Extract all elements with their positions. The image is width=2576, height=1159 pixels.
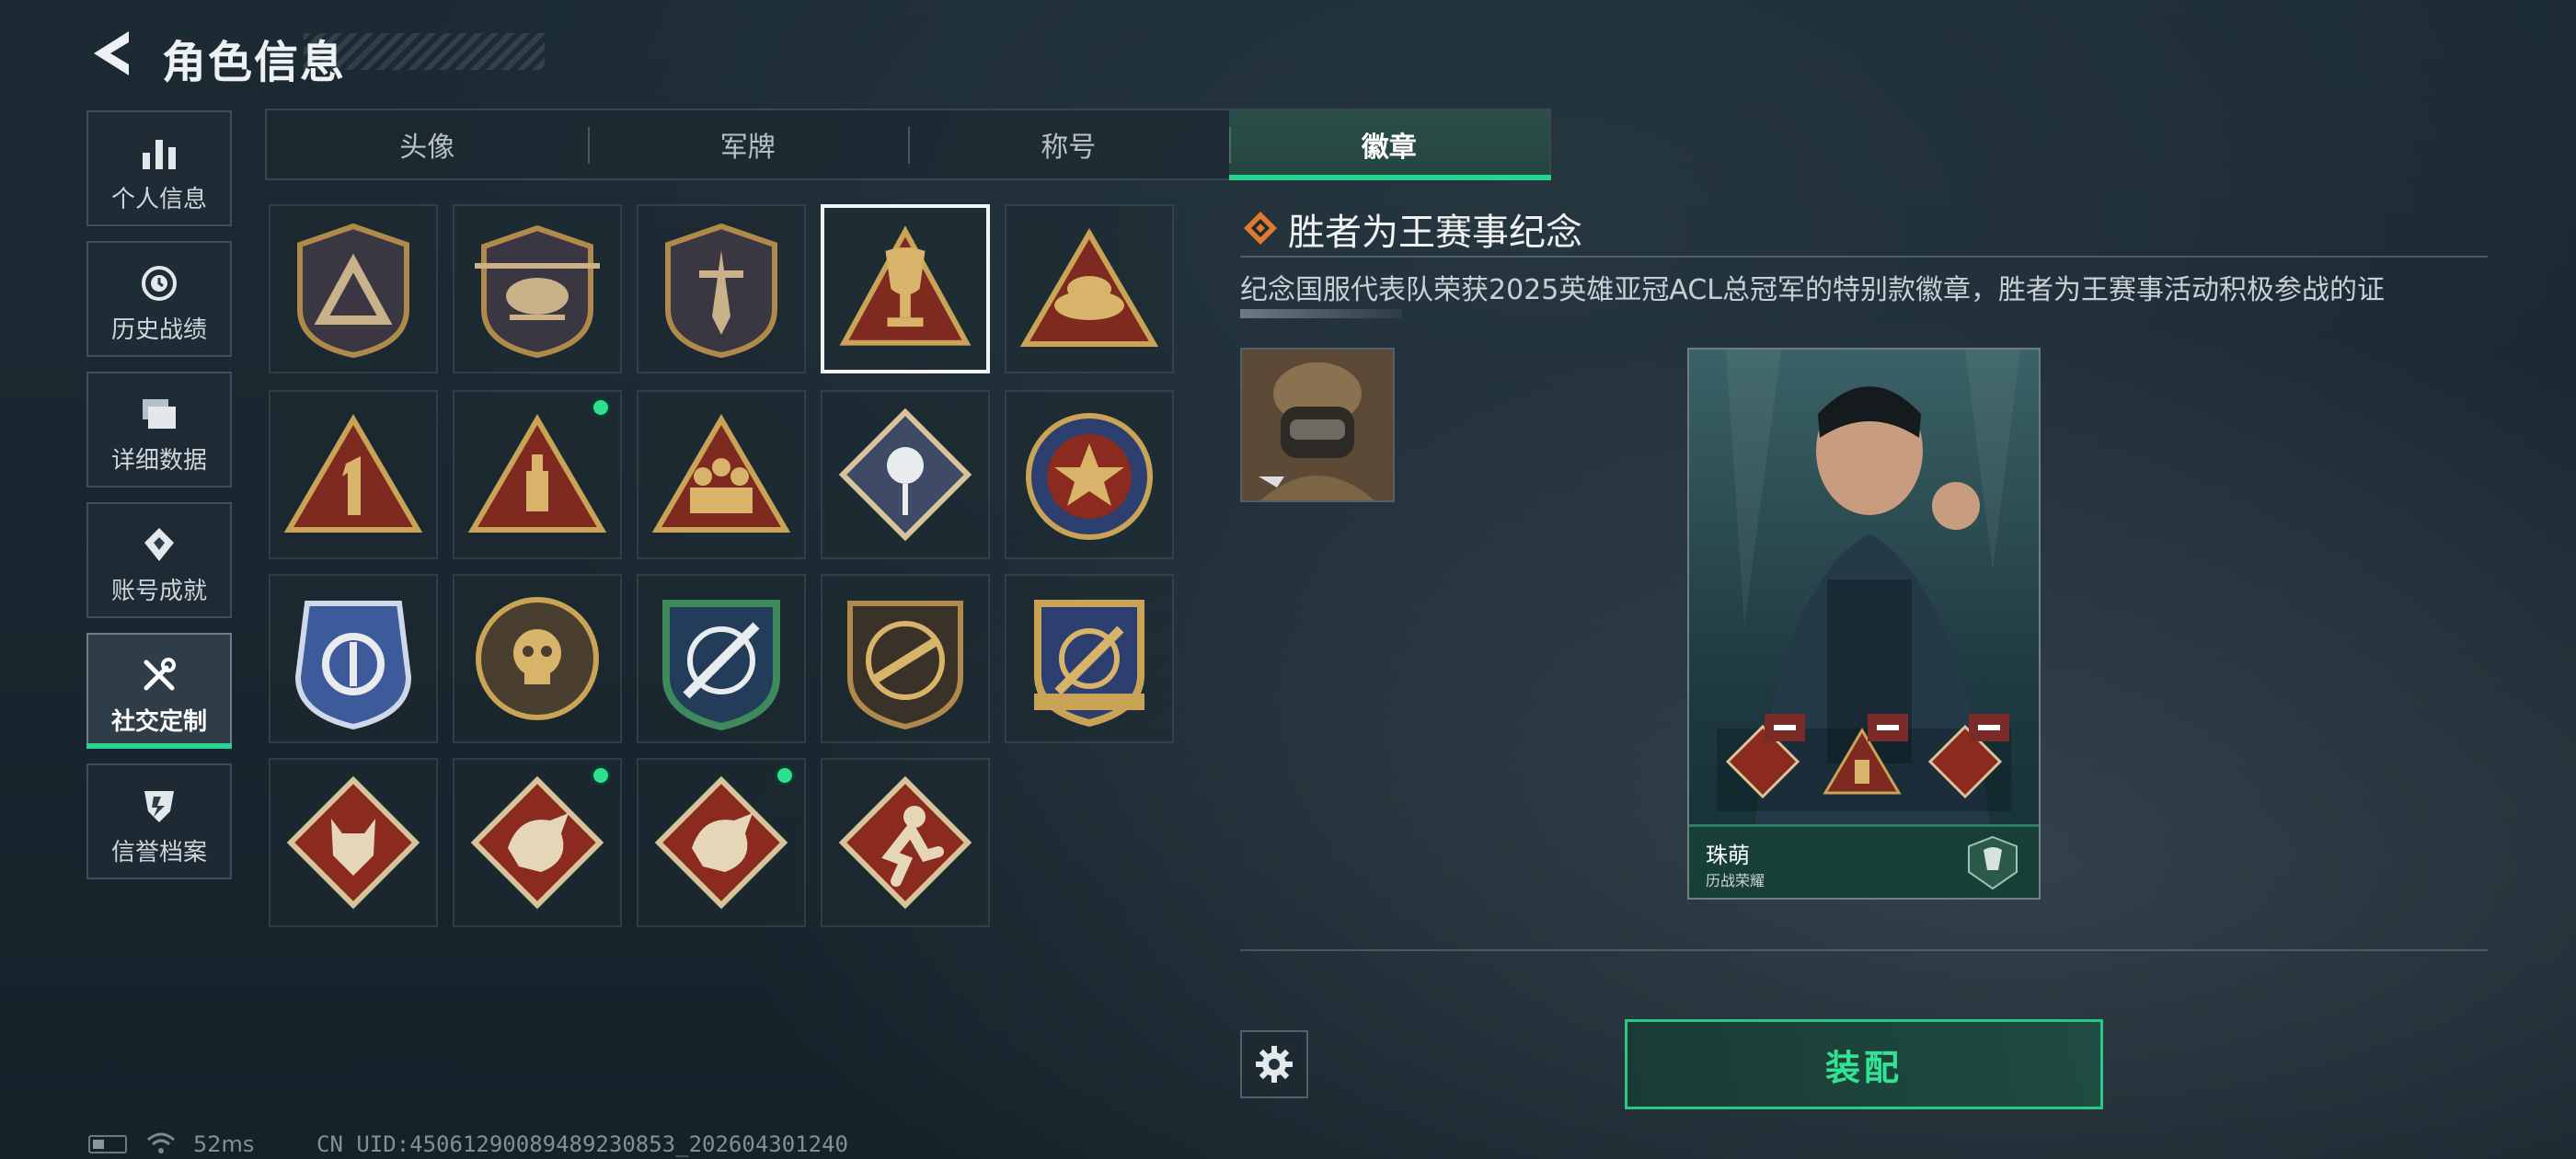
badge-cell-star[interactable]	[1005, 390, 1174, 559]
smg-roundel-badge	[847, 601, 963, 730]
sidebar-item-history[interactable]: 历史战绩	[86, 241, 232, 357]
equip-button[interactable]: 装配	[1625, 1019, 2103, 1109]
tower-triangle-badge	[467, 414, 607, 533]
page-title: 角色信息	[162, 37, 347, 88]
back-arrow-icon	[94, 31, 129, 75]
trophy-badge	[839, 225, 972, 346]
sidebar-item-achievements[interactable]: 账号成就	[86, 502, 232, 618]
runner-diamond-badge	[838, 775, 972, 910]
helicopter-badge	[475, 224, 600, 359]
sidebar-item-label: 信誉档案	[110, 839, 207, 866]
new-indicator-dot	[591, 765, 611, 786]
sidebar-item-detailed-data[interactable]: 详细数据	[86, 372, 232, 488]
number-one-badge	[283, 414, 423, 533]
wrench-screwdriver-icon	[144, 658, 176, 691]
sidebar-item-label: 历史战绩	[110, 316, 207, 344]
dragon-diamond-badge	[470, 775, 604, 910]
sidebar-item-label: 社交定制	[110, 708, 207, 736]
rifle-crosshair-badge	[662, 600, 780, 731]
gold-crest-badge	[1034, 600, 1144, 728]
badge-cell-rose[interactable]	[821, 390, 990, 559]
user-uid: CN UID:45061290089489230853_202604301240	[316, 1131, 848, 1157]
badge-cell-trophy[interactable]	[821, 204, 990, 373]
badge-category-icon	[1242, 210, 1279, 247]
skull-roundel-badge	[476, 597, 599, 720]
back-button[interactable]	[88, 28, 134, 79]
tab-title[interactable]: 称号	[908, 110, 1229, 178]
new-indicator-dot	[775, 765, 795, 786]
divider	[1240, 256, 2488, 258]
sidebar-item-credit[interactable]: 信誉档案	[86, 763, 232, 879]
network-ping: 52ms	[193, 1131, 255, 1157]
badge-cell-smg[interactable]	[821, 574, 990, 743]
tab-avatar[interactable]: 头像	[267, 110, 588, 178]
badge-cell-rifle[interactable]	[637, 574, 806, 743]
wolf-diamond-badge	[286, 775, 420, 910]
rose-diamond-badge	[838, 407, 972, 542]
badge-cell-gold-crest[interactable]	[1005, 574, 1174, 743]
sidebar-item-label: 个人信息	[110, 186, 207, 213]
badge-title: 胜者为王赛事纪念	[1288, 212, 1582, 254]
card-player-title: 历战荣耀	[1706, 872, 1765, 889]
sidebar-item-label: 账号成就	[110, 578, 207, 605]
divider	[1240, 949, 2488, 951]
soldier-avatar-image	[1242, 350, 1393, 500]
gear-icon	[1256, 1046, 1293, 1083]
card-player-name: 珠萌	[1706, 843, 1750, 868]
bar-chart-icon	[143, 140, 176, 169]
wifi-icon	[145, 1131, 177, 1155]
badge-cell-squad[interactable]	[637, 390, 806, 559]
battery-icon	[88, 1135, 127, 1153]
badge-description: 纪念国服代表队荣获2025英雄亚冠ACL总冠军的特别款徽章，胜者为王赛事活动积极…	[1240, 274, 2386, 306]
badge-cell-blue-ring[interactable]	[269, 574, 438, 743]
sidebar-item-label: 详细数据	[110, 447, 207, 475]
badge-cell-triangle-shield[interactable]	[269, 204, 438, 373]
badge-cell-helicopter[interactable]	[453, 204, 622, 373]
folder-data-icon	[143, 399, 176, 429]
achievement-icon	[144, 528, 174, 561]
operator-portrait-image	[1689, 350, 2039, 898]
settings-button[interactable]	[1240, 1030, 1308, 1098]
badge-cell-wolf[interactable]	[269, 758, 438, 927]
star-emblem-badge	[1026, 413, 1153, 540]
badge-cell-dagger-shield[interactable]	[637, 204, 806, 373]
sidebar-item-social-custom[interactable]: 社交定制	[86, 633, 232, 749]
blue-ring-badge	[294, 601, 412, 730]
squad-triangle-badge	[651, 414, 791, 533]
badge-cell-number-one[interactable]	[269, 390, 438, 559]
tab-dog-tag[interactable]: 军牌	[587, 110, 909, 178]
sidebar-active-indicator	[86, 743, 232, 749]
tab-badge[interactable]: 徽章	[1228, 110, 1549, 178]
description-scroll-fade	[1240, 309, 1402, 318]
player-card	[1687, 348, 2041, 900]
sidebar-item-personal-info[interactable]: 个人信息	[86, 110, 232, 226]
badge-cell-wings[interactable]	[1005, 204, 1174, 373]
new-indicator-dot	[591, 397, 611, 418]
avatar	[1240, 348, 1395, 502]
history-clock-icon	[142, 266, 177, 301]
credit-shield-icon	[144, 791, 174, 822]
wings-triangle-badge	[1019, 228, 1159, 347]
dragon-diamond-badge-2	[654, 775, 788, 910]
triangle-shield-badge	[297, 223, 409, 359]
badge-cell-runner[interactable]	[821, 758, 990, 927]
tab-active-indicator	[1229, 175, 1551, 180]
category-tabs: 头像 军牌 称号 徽章	[265, 109, 1551, 180]
dagger-shield-badge	[665, 223, 777, 359]
badge-cell-skull[interactable]	[453, 574, 622, 743]
